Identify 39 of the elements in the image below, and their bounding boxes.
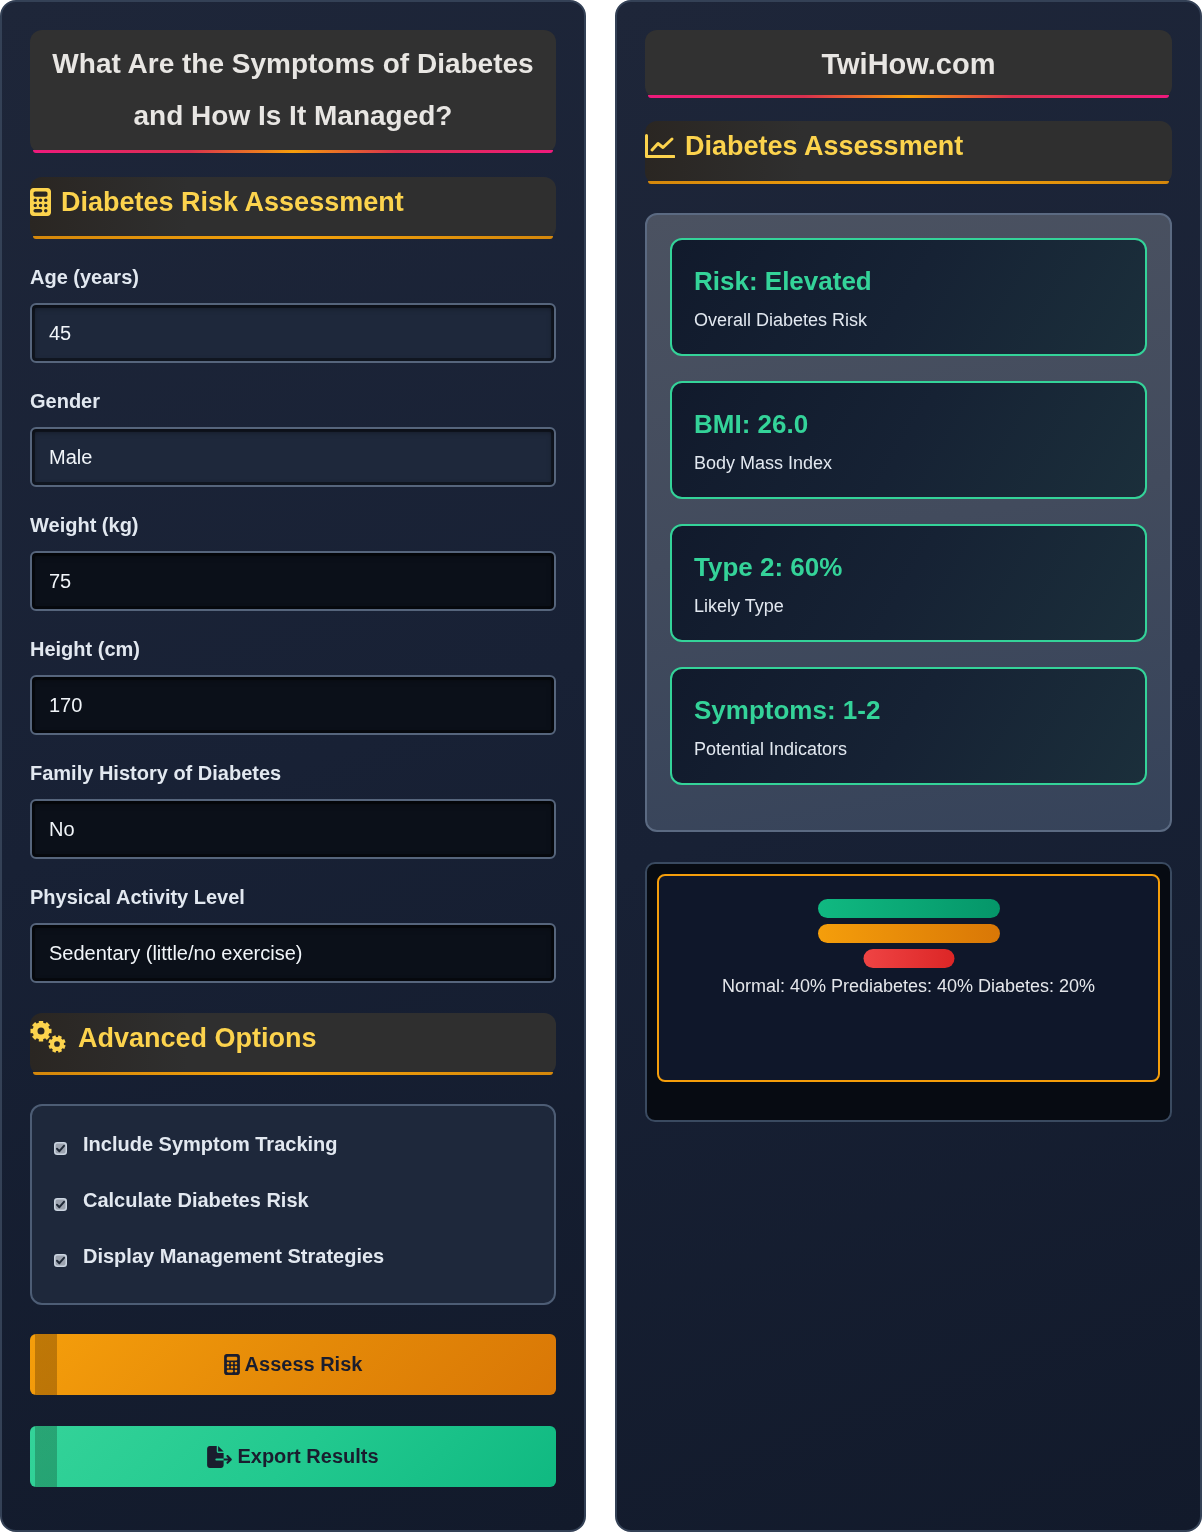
assess-button[interactable]: Assess Risk (30, 1334, 556, 1395)
option-label: Include Symptom Tracking (83, 1132, 338, 1156)
calculator-icon (223, 1354, 240, 1375)
chart-legend: Normal: 40% Prediabetes: 40% Diabetes: 20% (721, 974, 1096, 998)
result-value: Symptoms: 1-2 (694, 694, 882, 727)
calculator-icon (30, 188, 51, 216)
field-label: Family History of Diabetes (30, 761, 283, 785)
input-field[interactable]: 45 (30, 303, 556, 363)
field-label: Physical Activity Level (30, 885, 246, 909)
option-label: Calculate Diabetes Risk (83, 1188, 309, 1212)
file-export-icon (207, 1445, 233, 1468)
field-label: Height (cm) (30, 637, 141, 661)
result-value: Type 2: 60% (694, 551, 844, 584)
result-label: Potential Indicators (694, 738, 849, 761)
input-field[interactable]: Sedentary (little/no exercise) (30, 923, 556, 983)
result-label: Body Mass Index (694, 452, 834, 475)
option-label: Display Management Strategies (83, 1244, 385, 1268)
input-field[interactable]: 170 (30, 675, 556, 735)
gears-icon (30, 1021, 68, 1055)
checkbox[interactable] (54, 1197, 67, 1211)
export-button[interactable]: Export Results (30, 1426, 556, 1487)
field-label: Age (years) (30, 265, 140, 289)
section-title: Advanced Options (78, 1022, 317, 1055)
input-field[interactable]: Male (30, 427, 556, 487)
input-field[interactable]: No (30, 799, 556, 859)
field-label: Weight (kg) (30, 513, 140, 537)
result-value: Risk: Elevated (694, 265, 873, 298)
line-chart-icon (645, 134, 675, 158)
field-label: Gender (30, 389, 102, 413)
input-field[interactable]: 75 (30, 551, 556, 611)
checkbox[interactable] (54, 1253, 67, 1267)
result-label: Overall Diabetes Risk (694, 309, 869, 332)
section-title: Diabetes Risk Assessment (61, 186, 404, 219)
section-title: Diabetes Assessment (685, 130, 964, 163)
result-label: Likely Type (694, 595, 785, 618)
result-value: BMI: 26.0 (694, 408, 810, 441)
checkbox[interactable] (54, 1141, 67, 1155)
site-title: TwiHow.com (645, 30, 1172, 98)
page-title: What Are the Symptoms of Diabetes and How Is It Managed? (30, 30, 556, 153)
